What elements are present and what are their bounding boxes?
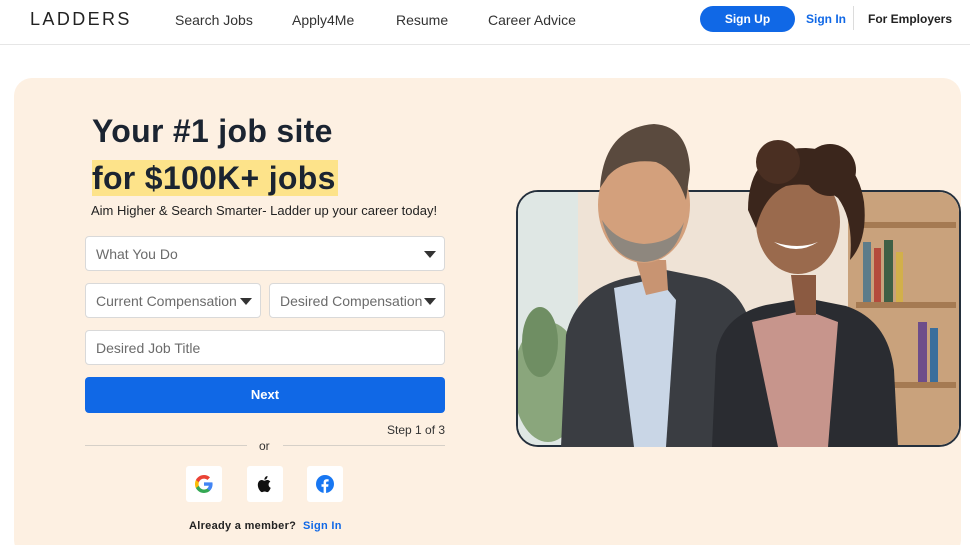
current-compensation-placeholder: Current Compensation [96, 293, 237, 309]
facebook-sign-in-button[interactable] [307, 466, 343, 502]
desired-compensation-placeholder: Desired Compensation [280, 293, 423, 309]
for-employers-link[interactable]: For Employers [868, 12, 952, 26]
apple-icon [257, 476, 271, 493]
desired-compensation-select[interactable]: Desired Compensation [269, 283, 445, 318]
hero-subline: Aim Higher & Search Smarter- Ladder up y… [91, 203, 438, 218]
current-compensation-select[interactable]: Current Compensation [85, 283, 261, 318]
ladders-logo[interactable]: LADDERS [30, 9, 132, 30]
hero-headline-line2: for $100K+ jobs [92, 160, 338, 197]
nav-link-resume[interactable]: Resume [396, 12, 448, 28]
or-divider-left [85, 445, 247, 446]
sign-up-button[interactable]: Sign Up [700, 6, 795, 32]
nav-divider [853, 6, 854, 30]
professionals-photo [561, 124, 898, 447]
headline-highlight: for $100K+ jobs [92, 160, 338, 196]
sign-in-link[interactable]: Sign In [806, 12, 846, 26]
step-indicator: Step 1 of 3 [387, 423, 446, 437]
google-sign-in-button[interactable] [186, 466, 222, 502]
google-icon [195, 475, 213, 493]
nav-link-career-advice[interactable]: Career Advice [488, 12, 576, 28]
chevron-down-icon [424, 251, 436, 258]
hero-headline-line1: Your #1 job site [92, 113, 333, 149]
apple-sign-in-button[interactable] [247, 466, 283, 502]
chevron-down-icon [240, 298, 252, 305]
already-member-text: Already a member? [189, 520, 297, 532]
next-button[interactable]: Next [85, 377, 445, 413]
chevron-down-icon [424, 298, 436, 305]
facebook-icon [316, 475, 334, 493]
or-divider-right [283, 445, 445, 446]
nav-link-apply4me[interactable]: Apply4Me [292, 12, 354, 28]
desired-job-title-input[interactable]: Desired Job Title [85, 330, 445, 365]
top-navigation: LADDERS Search Jobs Apply4Me Resume Care… [0, 0, 970, 45]
member-sign-in-link[interactable]: Sign In [303, 520, 342, 532]
what-you-do-placeholder: What You Do [96, 246, 178, 262]
or-label: or [259, 439, 270, 453]
nav-link-search-jobs[interactable]: Search Jobs [175, 12, 253, 28]
woman-figure [712, 140, 898, 447]
what-you-do-select[interactable]: What You Do [85, 236, 445, 271]
desired-job-title-placeholder: Desired Job Title [96, 340, 201, 356]
